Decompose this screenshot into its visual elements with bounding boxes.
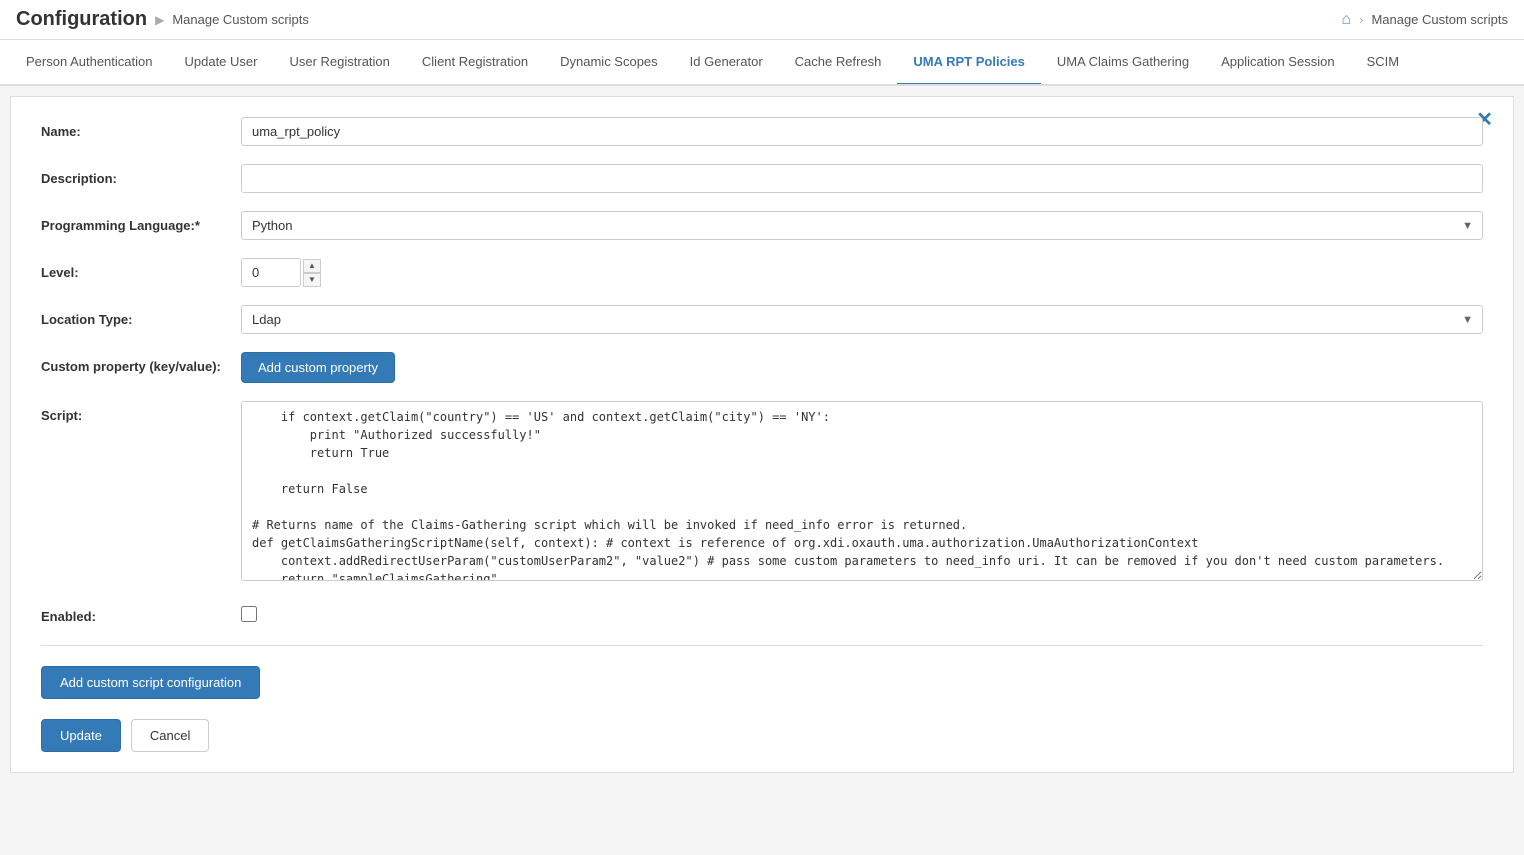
header-right: ⌂ › Manage Custom scripts — [1341, 11, 1508, 29]
level-label: Level: — [41, 258, 241, 280]
enabled-label: Enabled: — [41, 602, 241, 624]
script-wrap — [241, 401, 1483, 584]
main-form: ✕ Name: Description: Programming Languag… — [10, 96, 1514, 773]
breadcrumb-separator: › — [1359, 12, 1363, 27]
home-icon[interactable]: ⌂ — [1341, 11, 1351, 29]
location-type-label: Location Type: — [41, 305, 241, 327]
script-textarea[interactable] — [241, 401, 1483, 581]
add-custom-property-button[interactable]: Add custom property — [241, 352, 395, 383]
tab-scim[interactable]: SCIM — [1351, 40, 1416, 86]
programming-language-select[interactable]: Python Java Jython — [241, 211, 1483, 240]
custom-property-label: Custom property (key/value): — [41, 352, 241, 374]
script-label: Script: — [41, 401, 241, 423]
breadcrumb-arrow: ▶ — [155, 13, 164, 27]
description-row: Description: — [41, 164, 1483, 193]
add-script-button[interactable]: Add custom script configuration — [41, 666, 260, 699]
update-button[interactable]: Update — [41, 719, 121, 752]
add-script-section: Add custom script configuration — [41, 666, 1483, 699]
bottom-actions: Update Cancel — [41, 719, 1483, 752]
level-wrap: ▲ ▼ — [241, 258, 1483, 287]
location-type-row: Location Type: Ldap File ▼ — [41, 305, 1483, 334]
enabled-row: Enabled: — [41, 602, 1483, 625]
tab-cache-refresh[interactable]: Cache Refresh — [779, 40, 898, 86]
tab-person-auth[interactable]: Person Authentication — [10, 40, 168, 86]
level-input[interactable] — [241, 258, 301, 287]
description-label: Description: — [41, 164, 241, 186]
description-input[interactable] — [241, 164, 1483, 193]
level-spinner: ▲ ▼ — [241, 258, 1483, 287]
tabs-bar: Person Authentication Update User User R… — [0, 40, 1524, 86]
tab-user-registration[interactable]: User Registration — [273, 40, 405, 86]
name-input[interactable] — [241, 117, 1483, 146]
spinner-buttons: ▲ ▼ — [303, 259, 321, 287]
tab-client-registration[interactable]: Client Registration — [406, 40, 544, 86]
breadcrumb-right: Manage Custom scripts — [1371, 12, 1508, 27]
custom-property-wrap: Add custom property — [241, 352, 1483, 383]
cancel-button[interactable]: Cancel — [131, 719, 209, 752]
script-row: Script: — [41, 401, 1483, 584]
level-row: Level: ▲ ▼ — [41, 258, 1483, 287]
programming-language-row: Programming Language:* Python Java Jytho… — [41, 211, 1483, 240]
name-label: Name: — [41, 117, 241, 139]
tab-uma-rpt[interactable]: UMA RPT Policies — [897, 40, 1040, 86]
tab-uma-claims[interactable]: UMA Claims Gathering — [1041, 40, 1205, 86]
tab-id-generator[interactable]: Id Generator — [674, 40, 779, 86]
header-left: Configuration ▶ Manage Custom scripts — [16, 8, 309, 31]
name-field-wrap — [241, 117, 1483, 146]
enabled-wrap — [241, 602, 1483, 625]
header: Configuration ▶ Manage Custom scripts ⌂ … — [0, 0, 1524, 40]
location-type-select[interactable]: Ldap File — [241, 305, 1483, 334]
name-row: Name: — [41, 117, 1483, 146]
tab-dynamic-scopes[interactable]: Dynamic Scopes — [544, 40, 674, 86]
custom-property-row: Custom property (key/value): Add custom … — [41, 352, 1483, 383]
level-down-button[interactable]: ▼ — [303, 273, 321, 287]
app-title: Configuration — [16, 8, 147, 31]
programming-language-label: Programming Language:* — [41, 211, 241, 233]
enabled-checkbox[interactable] — [241, 606, 257, 622]
tab-update-user[interactable]: Update User — [168, 40, 273, 86]
divider — [41, 645, 1483, 646]
location-type-wrap: Ldap File ▼ — [241, 305, 1483, 334]
programming-language-wrap: Python Java Jython ▼ — [241, 211, 1483, 240]
breadcrumb: Manage Custom scripts — [172, 12, 309, 27]
level-up-button[interactable]: ▲ — [303, 259, 321, 273]
description-field-wrap — [241, 164, 1483, 193]
tab-app-session[interactable]: Application Session — [1205, 40, 1350, 86]
